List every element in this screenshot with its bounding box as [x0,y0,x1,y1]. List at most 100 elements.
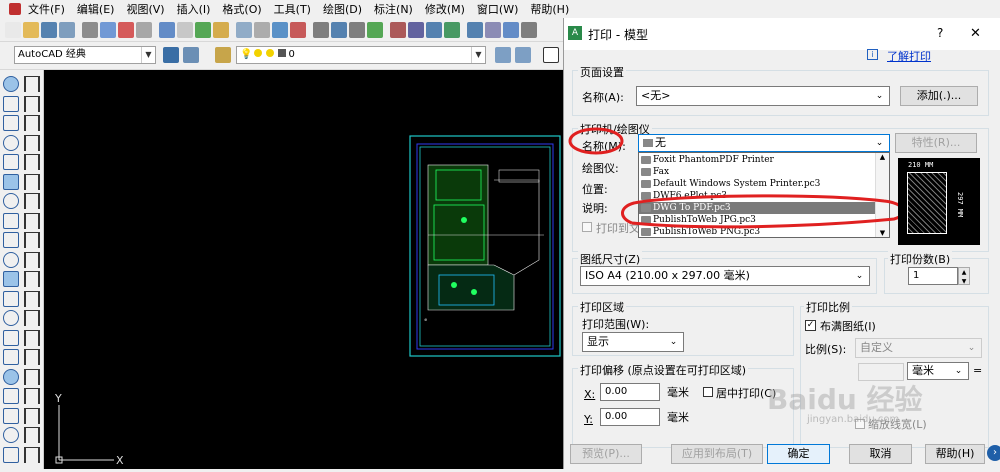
publish-icon[interactable] [100,22,116,38]
dim-arc-icon[interactable] [24,115,40,131]
properties-icon[interactable] [349,22,365,38]
cancel-button[interactable]: 取消 [849,444,912,464]
design-center-icon[interactable] [367,22,383,38]
app-menu-icon[interactable] [9,3,21,15]
construction-line-icon[interactable] [3,95,19,112]
block-editor-icon[interactable] [213,22,229,38]
menu-item[interactable]: 标注(N) [368,1,419,17]
page-setup-name-select[interactable]: <无> ⌄ [636,86,890,106]
save-icon[interactable] [41,22,57,38]
table-icon[interactable] [3,407,19,424]
dim-linear-icon[interactable] [24,76,40,92]
jogged-linear-icon[interactable] [24,388,40,404]
make-current-icon[interactable] [495,47,511,63]
point-icon[interactable] [3,329,19,346]
expand-options-icon[interactable]: › [987,445,1000,461]
menu-item[interactable]: 视图(V) [120,1,170,17]
layer-icon[interactable] [467,22,483,38]
3d-dwf-icon[interactable] [118,22,134,38]
redo-icon[interactable] [254,22,270,38]
close-button[interactable]: ✕ [970,26,981,41]
zoom-realtime-icon[interactable] [290,22,306,38]
copies-input[interactable]: 1 [908,267,958,285]
gradient-icon[interactable] [3,368,19,385]
help-button[interactable]: 帮助(H) [925,444,985,464]
arc-icon[interactable] [3,173,19,190]
add-selected-icon[interactable] [3,446,19,463]
calculator-icon[interactable] [503,22,519,38]
ok-button[interactable]: 确定 [767,444,830,464]
pan-icon[interactable] [272,22,288,38]
center-mark-icon[interactable] [24,349,40,365]
menu-item[interactable]: 帮助(H) [524,1,575,17]
undo-icon[interactable] [236,22,252,38]
menu-item[interactable]: 工具(T) [268,1,317,17]
workspace-combo[interactable]: AutoCAD 经典 ▼ [14,46,156,64]
apply-to-layout-button[interactable]: 应用到布局(T) [671,444,763,464]
polygon-icon[interactable] [3,134,19,151]
workspace-settings-icon[interactable] [163,47,179,63]
insert-block-icon[interactable] [3,290,19,307]
print-icon[interactable] [59,22,75,38]
dim-continue-icon[interactable] [24,271,40,287]
make-block-icon[interactable] [3,310,19,326]
quick-dim-icon[interactable] [24,232,40,248]
plot-preview-icon[interactable] [82,22,98,38]
add-page-setup-button[interactable]: 添加(.)... [900,86,978,106]
dim-aligned-icon[interactable] [24,95,40,112]
region-icon[interactable] [3,388,19,404]
drawing-canvas[interactable]: ⊕ Y X [44,70,564,469]
dim-diameter-icon[interactable] [24,193,40,209]
paste-icon[interactable] [177,22,193,38]
dim-jogged-icon[interactable] [24,173,40,190]
menu-item[interactable]: 编辑(E) [71,1,121,17]
zoom-window-icon[interactable] [313,22,329,38]
center-plot-checkbox[interactable] [703,387,713,397]
dim-ordinate-icon[interactable] [24,134,40,151]
dim-text-edit-icon[interactable] [24,427,40,443]
dim-radius-icon[interactable] [24,154,40,170]
offset-x-input[interactable]: 0.00 [600,383,660,401]
mtext-icon[interactable] [3,427,19,443]
offset-y-input[interactable]: 0.00 [600,408,660,426]
menu-item[interactable]: 格式(O) [216,1,267,17]
layer-combo[interactable]: 💡 0 ▼ [236,46,486,64]
open-icon[interactable] [23,22,39,38]
polyline-icon[interactable] [3,115,19,131]
spline-icon[interactable] [3,232,19,248]
circle-icon[interactable] [3,193,19,209]
line-icon[interactable] [3,76,19,92]
match-properties-icon[interactable] [195,22,211,38]
workspace-save-icon[interactable] [183,47,199,63]
quickcalc-icon[interactable] [444,22,460,38]
paper-size-select[interactable]: ISO A4 (210.00 x 297.00 毫米) ⌄ [580,266,870,286]
dim-angular-icon[interactable] [24,212,40,229]
inspection-icon[interactable] [24,368,40,385]
dim-update-icon[interactable] [24,446,40,463]
menu-item[interactable]: 文件(F) [22,1,71,17]
dim-baseline-icon[interactable] [24,251,40,268]
layer-manager-icon[interactable] [215,47,231,63]
menu-item[interactable]: 窗口(W) [471,1,524,17]
copy-icon[interactable] [159,22,175,38]
markup-icon[interactable] [426,22,442,38]
color-control-icon[interactable] [543,47,559,63]
menu-item[interactable]: 插入(I) [171,1,217,17]
help-icon[interactable] [521,22,537,38]
rectangle-icon[interactable] [3,154,19,170]
fit-to-paper-checkbox[interactable]: ✓ [805,320,816,331]
sheet-set-icon[interactable] [408,22,424,38]
dim-break-icon[interactable] [24,310,40,326]
menu-item[interactable]: 修改(M) [419,1,471,17]
zoom-previous-icon[interactable] [331,22,347,38]
tolerance-icon[interactable] [24,329,40,346]
revision-cloud-icon[interactable] [3,212,19,229]
ellipse-arc-icon[interactable] [3,271,19,287]
table-icon[interactable] [485,22,501,38]
learn-printing-link[interactable]: 了解打印 [887,48,931,64]
help-question-button[interactable]: ? [937,26,943,40]
scale-select[interactable]: 自定义 ⌄ [855,338,982,358]
cut-icon[interactable] [136,22,152,38]
menu-item[interactable]: 绘图(D) [317,1,368,17]
dim-space-icon[interactable] [24,290,40,307]
